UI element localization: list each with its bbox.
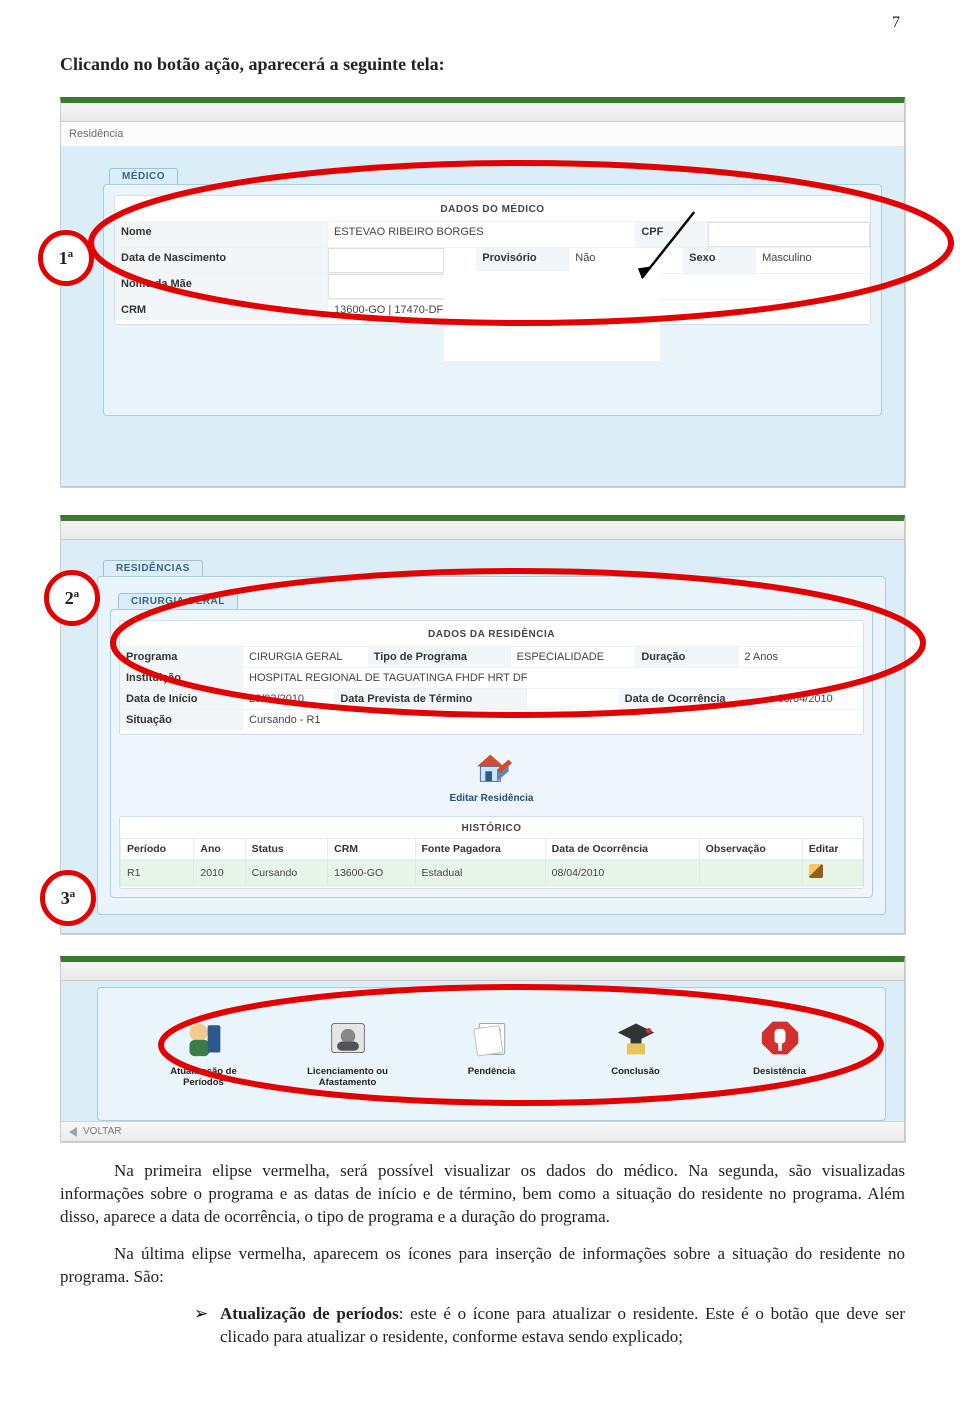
screenshot-actions: Atualização de Períodos Licenciamento ou… <box>60 956 905 1142</box>
stop-icon <box>758 1018 802 1058</box>
value-data-inicio: 29/03/2010 <box>243 689 334 709</box>
value-sexo: Masculino <box>756 248 870 273</box>
label-crm: CRM <box>115 300 328 320</box>
box-title-dados-medico: DADOS DO MÉDICO <box>115 200 870 221</box>
action-label: Atualização de Períodos <box>170 1066 237 1088</box>
screenshot-medico: Residência MÉDICO DADOS DO MÉDICO Nome E… <box>60 97 905 487</box>
lead-paragraph: Clicando no botão ação, aparecerá a segu… <box>60 54 905 75</box>
breadcrumb: Residência <box>61 122 904 146</box>
label-nome: Nome <box>115 222 328 247</box>
box-title-dados-residencia: DADOS DA RESIDÊNCIA <box>120 625 863 646</box>
voltar-button[interactable]: VOLTAR <box>61 1121 904 1141</box>
annotation-badge-1: 1ª <box>38 230 94 286</box>
label-duracao: Duração <box>635 647 738 667</box>
action-label: Pendência <box>468 1066 516 1077</box>
label-cpf: CPF <box>635 222 708 247</box>
house-icon <box>472 751 512 785</box>
value-cpf-redacted <box>708 222 870 247</box>
label-sexo: Sexo <box>683 248 756 273</box>
pendency-icon <box>470 1018 514 1058</box>
page-number: 7 <box>892 14 900 32</box>
th-fonte-pagadora: Fonte Pagadora <box>415 839 545 860</box>
value-dob-redacted <box>328 248 444 273</box>
th-status: Status <box>245 839 327 860</box>
value-duracao: 2 Anos <box>738 647 863 667</box>
annotation-badge-3: 3ª <box>40 870 96 926</box>
tab-cirurgia-geral[interactable]: CIRURGIA GERAL <box>118 593 238 609</box>
value-provisorio: Não <box>569 248 683 273</box>
photo-placeholder-redacted <box>444 271 660 361</box>
label-data-prevista: Data Prevista de Término <box>334 689 527 709</box>
voltar-label: VOLTAR <box>83 1126 122 1137</box>
pencil-icon[interactable] <box>809 864 823 878</box>
label-provisorio: Provisório <box>476 248 569 273</box>
window-top-strip <box>61 521 904 540</box>
historico-title: HISTÓRICO <box>120 817 863 838</box>
label-data-nascimento: Data de Nascimento <box>115 248 328 273</box>
label-data-ocorrencia: Data de Ocorrência <box>619 689 772 709</box>
table-row: R1 2010 Cursando 13600-GO Estadual 08/04… <box>121 860 863 886</box>
action-label: Licenciamento ou Afastamento <box>307 1066 388 1088</box>
label-tipo-programa: Tipo de Programa <box>368 647 511 667</box>
label-data-inicio: Data de Início <box>120 689 243 709</box>
th-ano: Ano <box>194 839 245 860</box>
value-situacao: Cursando - R1 <box>243 710 863 730</box>
action-label: Desistência <box>753 1066 806 1077</box>
action-pendencia[interactable]: Pendência <box>446 1018 538 1088</box>
bullet-item-atualizacao: Atualização de períodos: este é o ícone … <box>220 1303 905 1349</box>
value-nome: ESTEVAO RIBEIRO BORGES <box>328 222 635 247</box>
value-data-prevista <box>527 689 618 709</box>
th-data-ocorrencia: Data de Ocorrência <box>545 839 699 860</box>
label-situacao: Situação <box>120 710 243 730</box>
annotation-badge-2: 2ª <box>44 570 100 626</box>
tab-residencias[interactable]: RESIDÊNCIAS <box>103 560 203 576</box>
th-observacao: Observação <box>699 839 802 860</box>
th-crm: CRM <box>328 839 415 860</box>
editar-residencia-label: Editar Residência <box>119 793 864 804</box>
action-atualizacao-periodos[interactable]: Atualização de Períodos <box>158 1018 250 1088</box>
label-nome-mae: Nome da Mãe <box>115 274 328 299</box>
th-periodo: Período <box>121 839 194 860</box>
value-tipo-programa: ESPECIALIDADE <box>511 647 636 667</box>
value-programa: CIRURGIA GERAL <box>243 647 368 667</box>
license-icon <box>326 1018 370 1058</box>
window-top-strip <box>61 962 904 981</box>
action-conclusao[interactable]: Conclusão <box>590 1018 682 1088</box>
window-top-strip <box>61 103 904 122</box>
tab-medico[interactable]: MÉDICO <box>109 168 178 184</box>
value-data-ocorrencia: 08/04/2010 <box>772 689 863 709</box>
periods-icon <box>182 1018 226 1058</box>
graduation-icon <box>614 1018 658 1058</box>
label-instituicao: Instituição <box>120 668 243 688</box>
label-programa: Programa <box>120 647 243 667</box>
paragraph-1: Na primeira elipse vermelha, será possív… <box>60 1160 905 1229</box>
back-arrow-icon <box>69 1127 77 1137</box>
action-label: Conclusão <box>611 1066 660 1077</box>
action-desistencia[interactable]: Desistência <box>734 1018 826 1088</box>
action-licenciamento[interactable]: Licenciamento ou Afastamento <box>302 1018 394 1088</box>
editar-residencia-button[interactable]: Editar Residência <box>119 735 864 814</box>
th-editar: Editar <box>802 839 862 860</box>
historico-table: Período Ano Status CRM Fonte Pagadora Da… <box>120 838 863 886</box>
value-instituicao: HOSPITAL REGIONAL DE TAGUATINGA FHDF HRT… <box>243 668 863 688</box>
paragraph-2: Na última elipse vermelha, aparecem os í… <box>60 1243 905 1289</box>
screenshot-residencias: RESIDÊNCIAS CIRURGIA GERAL DADOS DA RESI… <box>60 515 905 934</box>
